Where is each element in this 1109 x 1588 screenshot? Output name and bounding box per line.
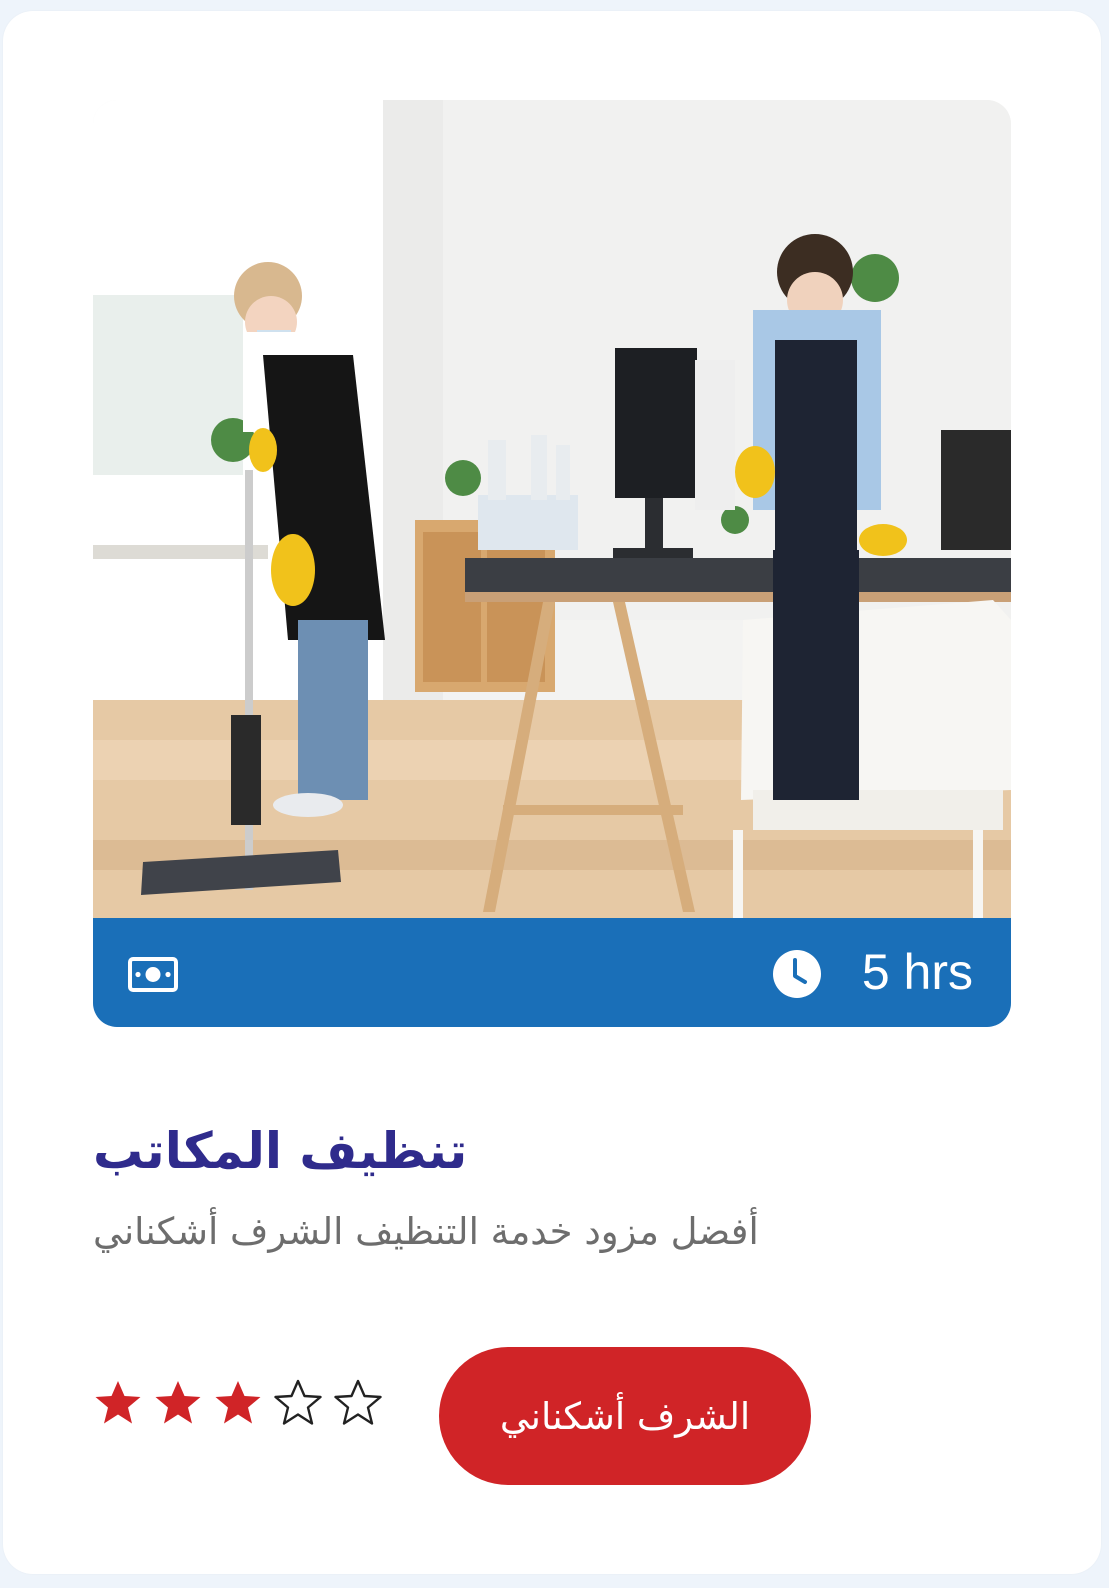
star-empty-icon xyxy=(274,1379,322,1425)
star-filled-icon xyxy=(155,1381,201,1424)
duration-text: 5 hrs xyxy=(861,944,973,1000)
book-button[interactable]: الشرف أشكناني xyxy=(439,1347,811,1485)
star-filled-icon xyxy=(95,1381,141,1424)
clock-icon xyxy=(773,950,821,998)
service-card: 5 hrs تنظيف المكاتب أفضل مزود خدمة التنظ… xyxy=(3,11,1101,1574)
service-title: تنظيف المكاتب xyxy=(93,1122,468,1180)
service-info-bar: 5 hrs xyxy=(93,918,1011,1027)
service-description: أفضل مزود خدمة التنظيف الشرف أشكناني xyxy=(93,1210,759,1253)
star-filled-icon xyxy=(215,1381,261,1424)
rating-stars xyxy=(93,1379,383,1427)
service-photo xyxy=(93,100,1011,918)
money-icon xyxy=(128,957,178,992)
star-empty-icon xyxy=(334,1379,382,1425)
service-media: 5 hrs xyxy=(93,100,1011,1027)
